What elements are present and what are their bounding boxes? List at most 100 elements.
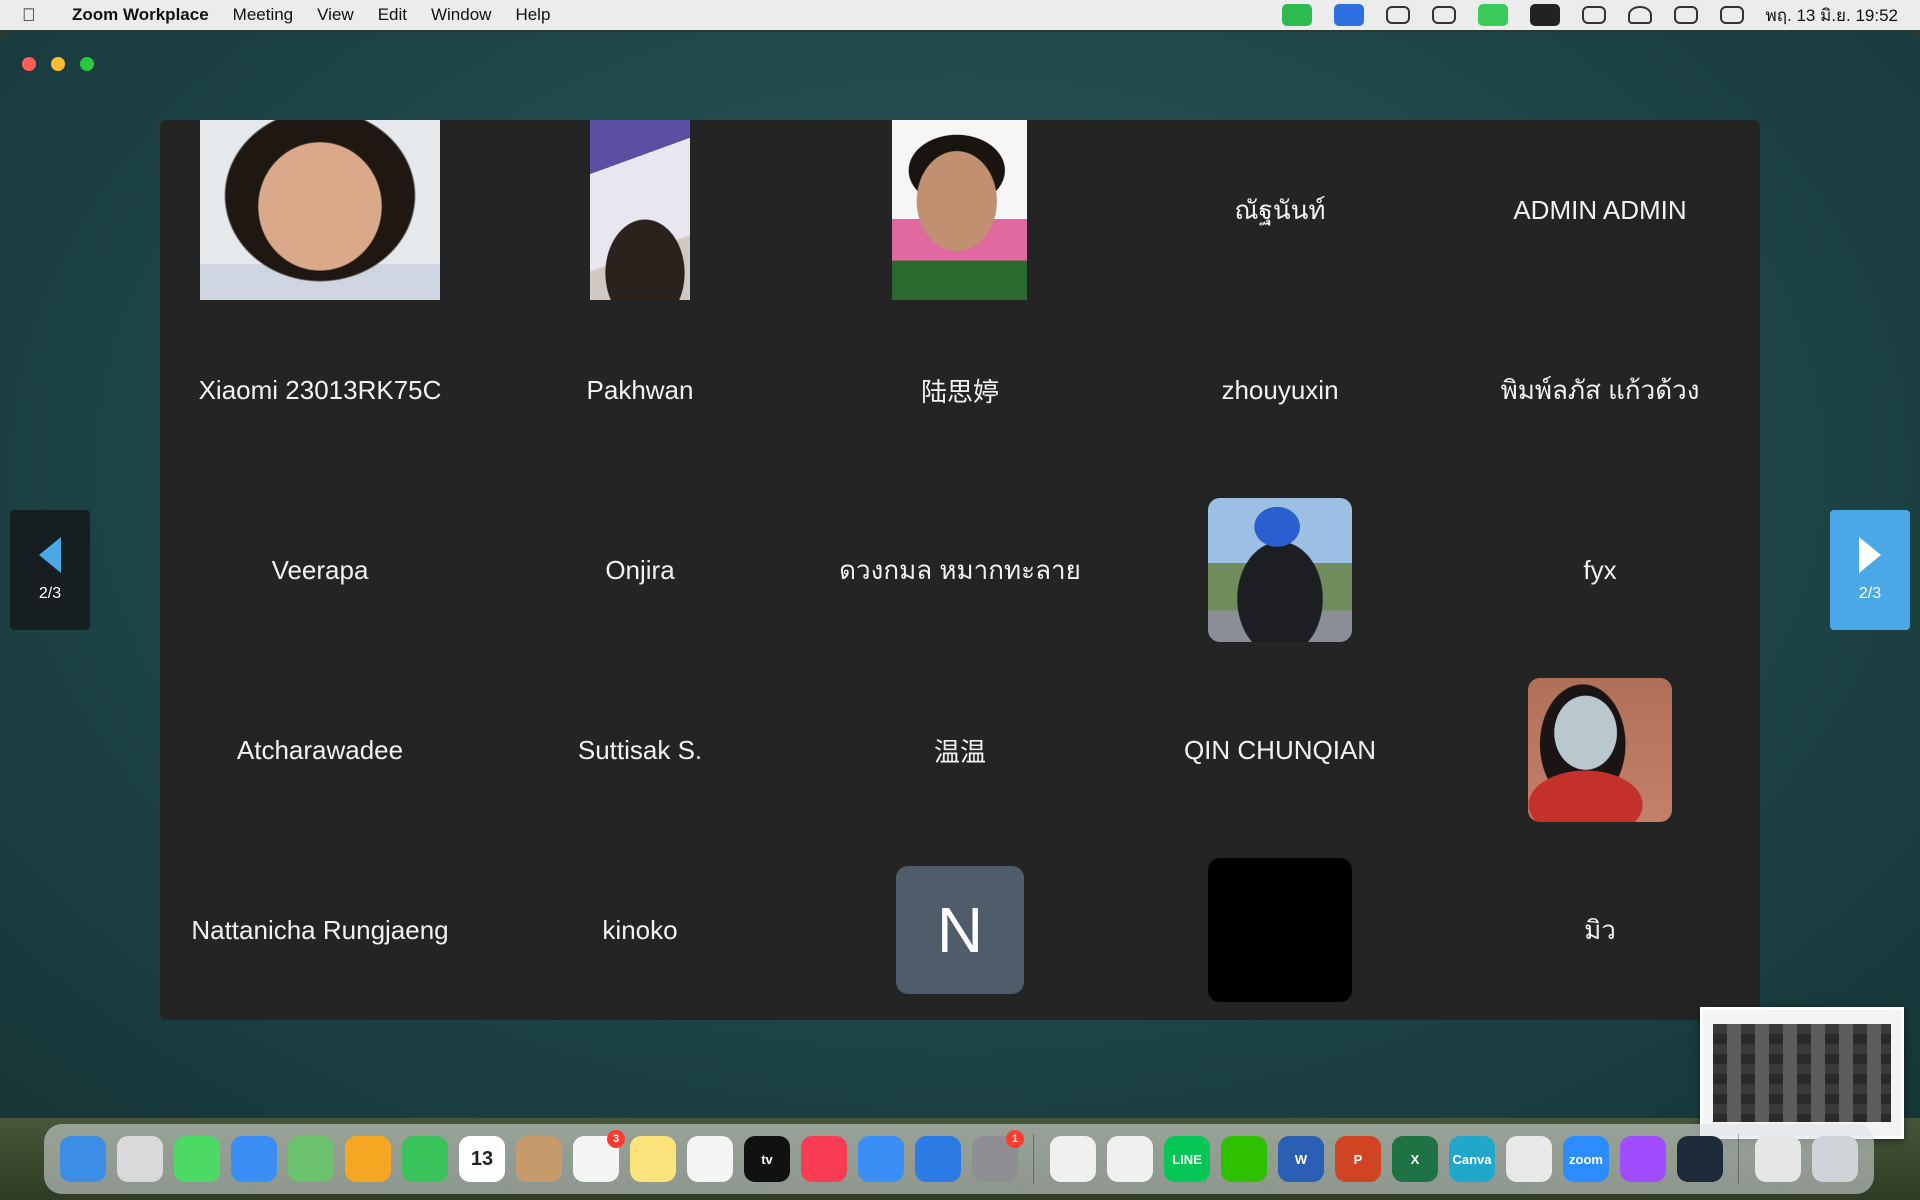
messages-icon[interactable]	[174, 1136, 220, 1182]
music-icon[interactable]	[801, 1136, 847, 1182]
wechat-icon[interactable]	[1431, 6, 1456, 24]
participant-tile[interactable]	[1440, 660, 1760, 840]
participant-tile[interactable]: Atcharawadee	[160, 660, 480, 840]
menu-meeting[interactable]: Meeting	[233, 5, 293, 25]
menu-view[interactable]: View	[317, 5, 354, 25]
participant-tile[interactable]: QIN CHUNQIAN	[1120, 660, 1440, 840]
maps-icon[interactable]	[288, 1136, 334, 1182]
window-controls	[22, 57, 109, 71]
participant-name: kinoko	[602, 914, 678, 945]
participant-name: ดวงกมล หมากทะลาย	[839, 554, 1081, 585]
spotlight-search-icon[interactable]	[1673, 6, 1698, 24]
participant-tile[interactable]: 陆思婷	[800, 300, 1120, 480]
reminders-icon[interactable]: 3	[573, 1130, 625, 1182]
participant-tile[interactable]: Veerapa	[160, 480, 480, 660]
battery-icon[interactable]	[1581, 6, 1606, 24]
facetime-icon[interactable]	[402, 1136, 448, 1182]
contacts-icon[interactable]	[516, 1136, 562, 1182]
participant-tile[interactable]: ADMIN ADMIN	[1440, 120, 1760, 300]
zoom-meeting-window: ณัฐนันท์ ADMIN ADMIN Xiaomi 23013RK75C Pakh…	[0, 32, 1920, 1139]
menu-help[interactable]: Help	[515, 5, 550, 25]
apple-tv-icon[interactable]: tv	[744, 1136, 790, 1182]
menu-edit[interactable]: Edit	[378, 5, 407, 25]
participant-tile[interactable]: N	[800, 840, 1120, 1020]
participant-tile[interactable]: ณัฐนันท์	[1120, 120, 1440, 300]
participant-tile[interactable]	[1120, 480, 1440, 660]
dock: 13 3 tv 1 LINE W P X Canva zoom	[44, 1124, 1874, 1194]
thumbnail-preview	[1713, 1024, 1891, 1122]
next-page-button[interactable]: 2/3	[1830, 510, 1910, 630]
participant-video	[200, 120, 440, 300]
menu-window[interactable]: Window	[431, 5, 491, 25]
launchpad-icon[interactable]	[117, 1136, 163, 1182]
messenger-icon[interactable]	[1620, 1136, 1666, 1182]
finder-icon[interactable]	[60, 1136, 106, 1182]
participant-tile[interactable]	[1120, 840, 1440, 1020]
line-app-icon[interactable]: LINE	[1164, 1136, 1210, 1182]
wechat-app-icon[interactable]	[1221, 1136, 1267, 1182]
control-center-icon[interactable]	[1719, 6, 1744, 24]
freeform-icon[interactable]	[687, 1136, 733, 1182]
participant-tile[interactable]	[160, 120, 480, 300]
participant-tile[interactable]: kinoko	[480, 840, 800, 1020]
zoom-video-icon[interactable]	[1281, 4, 1312, 26]
close-window-button[interactable]	[22, 57, 36, 71]
participant-name: Veerapa	[271, 554, 369, 585]
participant-tile[interactable]: Suttisak S.	[480, 660, 800, 840]
zoom-zm-icon[interactable]	[1333, 4, 1364, 26]
trash-icon[interactable]	[1812, 1136, 1858, 1182]
wifi-icon[interactable]	[1627, 6, 1652, 24]
self-view-thumbnail[interactable]	[1700, 1007, 1904, 1139]
previous-page-button[interactable]: 2/3	[10, 510, 90, 630]
participant-tile[interactable]: Onjira	[480, 480, 800, 660]
excel-icon[interactable]: X	[1392, 1136, 1438, 1182]
participant-tile[interactable]: ดวงกมล หมากทะลาย	[800, 480, 1120, 660]
zoom-window-button[interactable]	[80, 57, 94, 71]
chat-bubble-icon[interactable]	[1385, 6, 1410, 24]
participant-tile[interactable]	[800, 120, 1120, 300]
participant-tile[interactable]: Pakhwan	[480, 300, 800, 480]
powerpoint-icon[interactable]: P	[1335, 1136, 1381, 1182]
line-icon[interactable]	[1477, 4, 1508, 26]
word-icon[interactable]: W	[1278, 1136, 1324, 1182]
mail-icon[interactable]	[231, 1136, 277, 1182]
participant-tile[interactable]: zhouyuxin	[1120, 300, 1440, 480]
participant-tile[interactable]: fyx	[1440, 480, 1760, 660]
notes-icon[interactable]	[630, 1136, 676, 1182]
app-store-icon[interactable]	[915, 1136, 961, 1182]
system-settings-icon[interactable]: 1	[972, 1130, 1024, 1182]
chevron-right-icon	[1859, 537, 1881, 573]
participant-video	[892, 120, 1027, 300]
zoom-app-icon[interactable]: zoom	[1563, 1136, 1609, 1182]
menu-app-name[interactable]: Zoom Workplace	[72, 5, 209, 25]
participant-name: Onjira	[605, 554, 675, 585]
chrome-icon[interactable]	[1050, 1136, 1096, 1182]
next-page-count: 2/3	[1858, 585, 1882, 602]
participant-tile[interactable]	[480, 120, 800, 300]
dock-icon-label: P	[1353, 1151, 1363, 1167]
dock-icon-label: X	[1410, 1151, 1420, 1167]
participant-tile[interactable]: มิว	[1440, 840, 1760, 1020]
participant-tile[interactable]: Nattanicha Rungjaeng	[160, 840, 480, 1020]
n-app-icon[interactable]	[1529, 4, 1560, 26]
participant-tile[interactable]: 温温	[800, 660, 1120, 840]
participant-tile[interactable]: พิมพ์ลภัส แก้วด้วง	[1440, 300, 1760, 480]
dock-icon-label: LINE	[1172, 1151, 1202, 1167]
photos-icon[interactable]	[345, 1136, 391, 1182]
participant-tile[interactable]: Xiaomi 23013RK75C	[160, 300, 480, 480]
participant-avatar-letter: N	[896, 866, 1024, 994]
apple-menu-icon[interactable]: 	[22, 5, 52, 26]
preview-icon[interactable]	[1506, 1136, 1552, 1182]
quicktime-icon[interactable]	[1677, 1136, 1723, 1182]
chat-icon[interactable]	[1107, 1136, 1153, 1182]
safari-icon[interactable]	[858, 1136, 904, 1182]
menu-clock[interactable]: พฤ. 13 มิ.ย. 19:52	[1766, 2, 1898, 29]
calendar-icon[interactable]: 13	[459, 1136, 505, 1182]
dock-icon-label: tv	[761, 1151, 773, 1167]
dock-icon-label: Canva	[1452, 1151, 1492, 1167]
participant-avatar-photo	[1528, 678, 1672, 822]
participant-name: ADMIN ADMIN	[1513, 194, 1687, 225]
downloads-stack-icon[interactable]	[1755, 1136, 1801, 1182]
canva-icon[interactable]: Canva	[1449, 1136, 1495, 1182]
minimize-window-button[interactable]	[51, 57, 65, 71]
